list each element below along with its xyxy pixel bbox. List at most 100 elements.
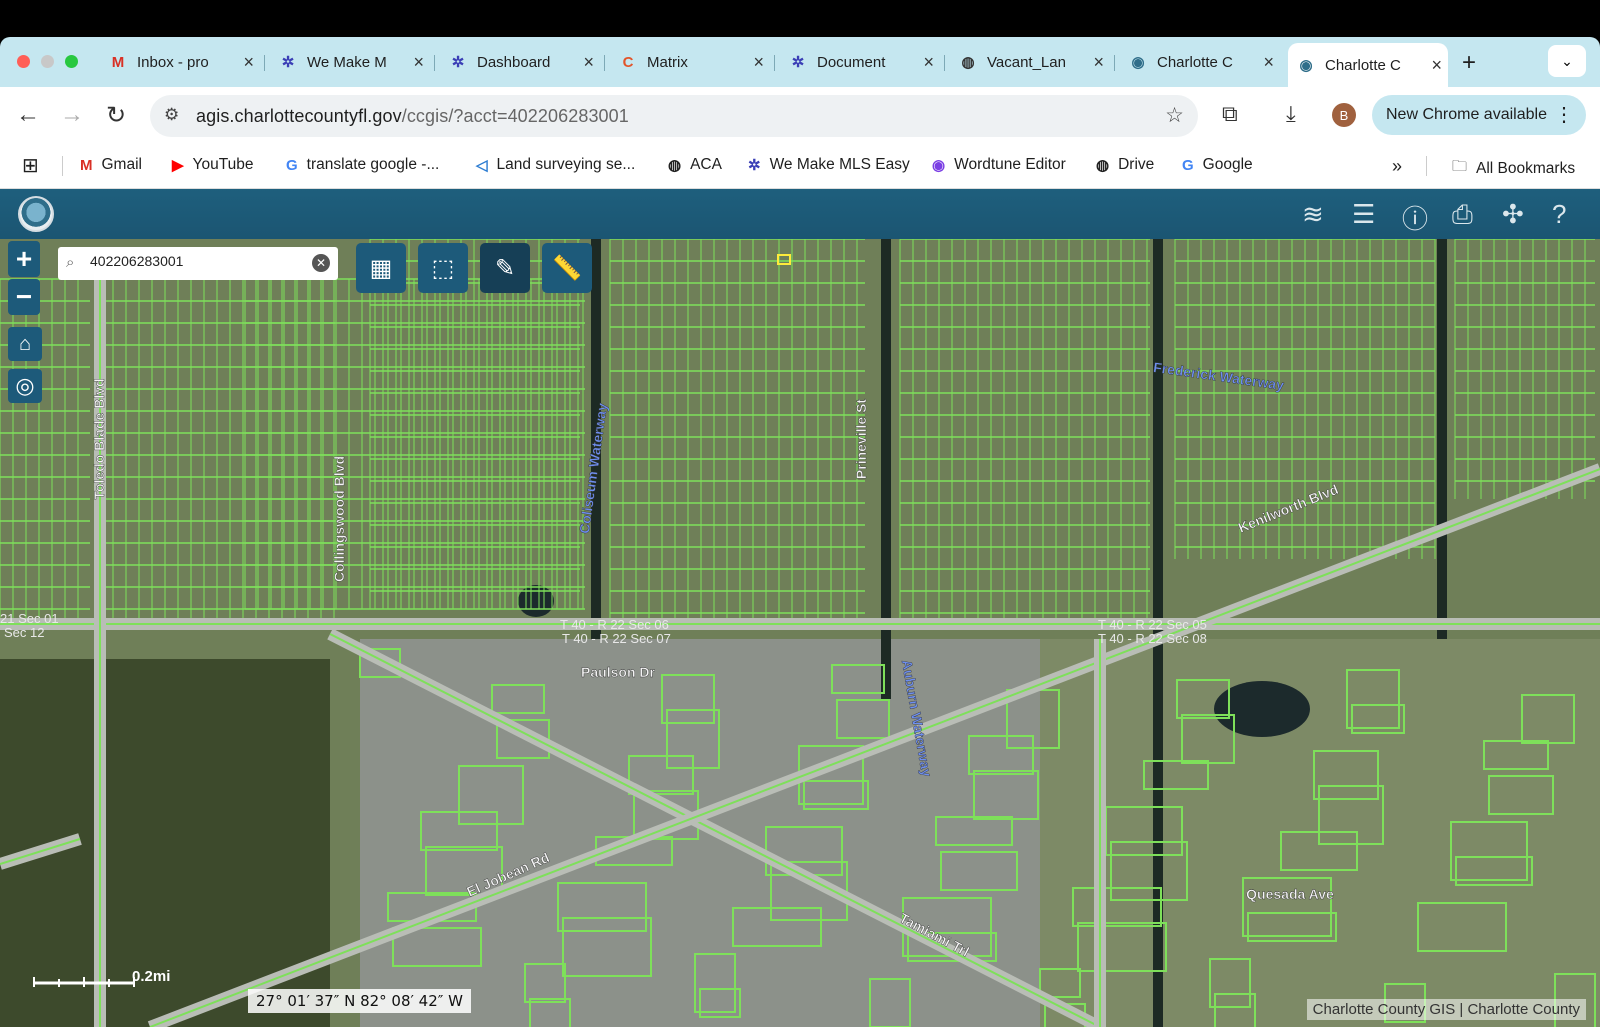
close-tab-icon[interactable]: × [923,52,934,73]
measure-button[interactable]: 📏 [542,243,592,293]
gmail-icon: M [80,156,93,174]
globe-icon: ◍ [1096,157,1110,174]
parcel-search-input[interactable] [90,253,300,269]
mls-icon: ✲ [451,54,465,71]
extensions-icon[interactable]: ⧉ [1222,101,1238,127]
info-icon[interactable]: ⓘ [1402,199,1428,236]
bookmark-star-icon[interactable]: ☆ [1165,103,1184,128]
charlotte-county-icon: ◉ [1131,54,1145,71]
bookmark-item[interactable]: Gtranslate google -... [286,156,439,174]
charlotte-county-logo[interactable] [18,196,54,232]
section-label: Sec 12 [4,625,44,640]
bookmark-item[interactable]: ▶ YouTube [172,156,253,174]
browser-tab[interactable]: ✲ We Make M × [270,45,430,79]
road-label: Prineville St [853,399,869,479]
tab-separator [604,55,605,71]
reload-button[interactable]: ↻ [106,101,126,130]
print-icon[interactable]: ⎙ [1452,199,1473,231]
tab-title: Document [817,53,886,71]
forward-button[interactable]: → [60,101,84,129]
tab-title: Charlotte C [1325,56,1401,74]
new-tab-button[interactable]: + [1462,49,1476,77]
top-black-bar [0,0,1600,37]
close-tab-icon[interactable]: × [1431,55,1442,76]
layers-icon[interactable]: ≋ [1302,199,1324,230]
url-text[interactable]: agis.charlottecountyfl.gov/ccgis/?acct=4… [196,106,629,127]
close-tab-icon[interactable]: × [1263,52,1274,73]
minimize-window-dot[interactable] [41,55,54,68]
mls-icon: ✲ [748,157,761,174]
close-window-dot[interactable] [17,55,30,68]
bookmark-label: Drive [1118,156,1155,173]
browser-tab[interactable]: M Inbox - pro × [100,45,260,79]
bookmark-label: Wordtune Editor [954,156,1066,173]
zoom-in-button[interactable]: + [8,241,40,277]
address-bar[interactable]: ⚙ agis.charlottecountyfl.gov/ccgis/?acct… [150,95,1198,137]
section-label: 21 Sec 01 [0,611,59,626]
bookmark-label: Google [1202,156,1253,173]
clear-search-icon[interactable]: ✕ [312,254,330,272]
survey-icon: ◁ [476,157,488,174]
legend-list-icon[interactable]: ☰ [1352,199,1375,230]
close-tab-icon[interactable]: × [583,52,594,73]
close-tab-icon[interactable]: × [243,52,254,73]
home-button[interactable]: ⌂ [8,327,42,361]
bookmark-item[interactable]: ◉ Wordtune Editor [932,156,1066,174]
locate-button[interactable]: ◎ [8,369,42,403]
more-bookmarks-icon[interactable]: » [1392,156,1402,177]
browser-tab[interactable]: ✲ Dashboard × [440,45,600,79]
globe-icon: ◍ [668,157,682,174]
road-label: Collingswood Blvd [331,456,347,582]
youtube-icon: ▶ [172,157,184,174]
tab-separator [1114,55,1115,71]
all-bookmarks-folder[interactable]: 🗀 All Bookmarks [1452,156,1575,181]
wordtune-icon: ◉ [932,157,946,174]
bookmark-item[interactable]: ◍ Drive [1096,156,1154,174]
select-area-button[interactable]: ⬚ [418,243,468,293]
browser-tab[interactable]: C Matrix × [610,45,770,79]
aerial-parcel-map[interactable]: Toledo Blade BlvdCollingswood Blvd Colise… [0,239,1600,1027]
site-info-icon[interactable]: ⚙ [164,105,179,125]
tab-title: Charlotte C [1157,53,1233,71]
browser-tab[interactable]: ✲ Document × [780,45,940,79]
gmail-icon: M [111,53,125,71]
browser-tab[interactable]: ◉ Charlotte C × [1120,45,1280,79]
browser-tab[interactable]: ◉ Charlotte C × [1288,43,1448,87]
profile-avatar[interactable]: B [1332,103,1356,127]
map-canvas[interactable]: Toledo Blade Blvd Collingswood Blvd Colise… [0,239,1600,1027]
map-attribution: Charlotte County GIS | Charlotte County [1306,999,1586,1020]
basemap-gallery-button[interactable]: ▦ [356,243,406,293]
apps-grid-icon[interactable]: ⊞ [22,153,39,178]
folder-icon: 🗀 [1452,158,1468,175]
zoom-out-button[interactable]: − [8,279,40,315]
url-domain: agis.charlottecountyfl.gov [196,106,402,126]
scale-label: 0.2mi [132,969,170,985]
download-icon[interactable]: ⤓ [1286,101,1296,127]
close-tab-icon[interactable]: × [753,52,764,73]
edit-notes-button[interactable]: ✎ [480,243,530,293]
close-tab-icon[interactable]: × [413,52,424,73]
section-label: T 40 - R 22 Sec 05 [1098,617,1207,632]
zoom-window-dot[interactable] [65,55,78,68]
bookmark-item[interactable]: ◍ ACA [668,156,722,174]
back-button[interactable]: ← [16,101,40,129]
bookmark-item[interactable]: ◁ Land surveying se... [476,156,635,174]
tab-separator [774,55,775,71]
close-tab-icon[interactable]: × [1093,52,1104,73]
globe-icon: ◍ [961,54,975,71]
tab-title: Dashboard [477,53,551,71]
bookmark-label: translate google -... [306,156,440,173]
browser-tab[interactable]: ◍ Vacant_Lan × [950,45,1110,79]
tab-separator [944,55,945,71]
bookmark-item[interactable]: ✲ We Make MLS Easy [748,156,910,174]
help-icon[interactable]: ? [1552,199,1566,230]
more-menu-icon[interactable]: ⋮ [1554,102,1574,127]
tools-icon[interactable]: ✣ [1502,199,1524,230]
google-icon: G [1182,156,1194,174]
tab-title: Vacant_Lan [987,53,1066,71]
bookmark-item[interactable]: M Gmail [80,156,142,174]
browser-toolbar: ← → ↻ ⚙ agis.charlottecountyfl.gov/ccgis… [0,87,1600,143]
bookmark-item[interactable]: G Google [1182,156,1253,174]
chrome-update-button[interactable]: New Chrome available ⋮ [1372,95,1586,135]
tab-search-button[interactable]: ⌄ [1548,45,1586,77]
